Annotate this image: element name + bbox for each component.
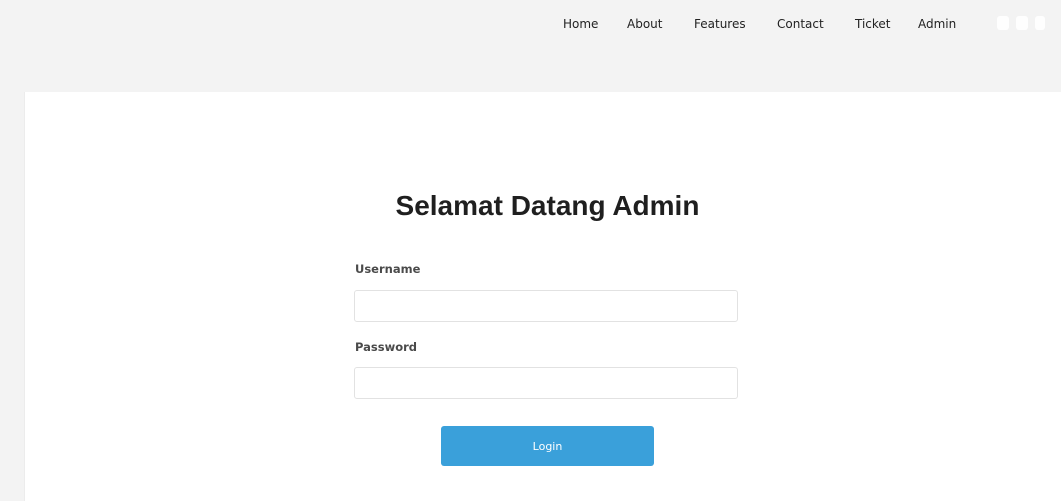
username-input[interactable]: [354, 290, 738, 322]
password-label: Password: [355, 340, 417, 354]
tiktok-icon[interactable]: [1016, 16, 1028, 30]
nav-link-features[interactable]: Features: [694, 17, 746, 31]
top-navigation-bar: Home About Features Contact Ticket Admin: [0, 0, 1061, 92]
nav-link-home[interactable]: Home: [563, 17, 598, 31]
linkedin-icon[interactable]: [1035, 16, 1045, 30]
nav-link-about[interactable]: About: [627, 17, 662, 31]
login-button[interactable]: Login: [441, 426, 654, 466]
nav-link-ticket[interactable]: Ticket: [855, 17, 891, 31]
password-input[interactable]: [354, 367, 738, 399]
page-title: Selamat Datang Admin: [395, 190, 700, 221]
instagram-icon[interactable]: [997, 16, 1009, 30]
left-margin-strip: [0, 92, 24, 501]
nav-link-admin[interactable]: Admin: [918, 17, 956, 31]
username-label: Username: [355, 262, 421, 276]
nav-link-contact[interactable]: Contact: [777, 17, 824, 31]
